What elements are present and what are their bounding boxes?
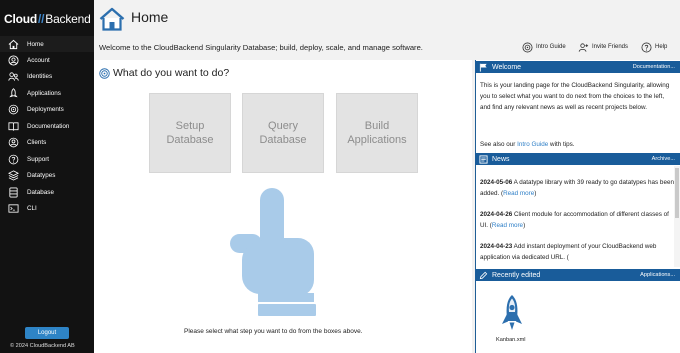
intro-guide-label: Intro Guide xyxy=(536,44,566,50)
pointing-hand-icon xyxy=(230,188,316,316)
recent-panel-title: Recently edited xyxy=(492,271,541,279)
welcome-text: Welcome to the CloudBackend Singularity … xyxy=(99,43,423,52)
help-link[interactable]: Help xyxy=(641,41,667,53)
sidebar-item-identities[interactable]: Identities xyxy=(0,68,94,84)
database-icon xyxy=(9,187,18,198)
news-tail: ) xyxy=(534,190,537,197)
archive-link[interactable]: Archive... xyxy=(652,156,675,162)
help-label: Help xyxy=(655,44,668,50)
sidebar-item-applications[interactable]: Applications xyxy=(0,85,94,101)
setup-database-button[interactable]: Setup Database xyxy=(149,93,231,173)
news-date: 2024-05-06 xyxy=(480,179,513,186)
sidebar-item-clients[interactable]: Clients xyxy=(0,134,94,150)
sidebar-item-label: Account xyxy=(27,56,50,64)
clients-icon xyxy=(8,137,19,148)
sidebar-item-label: Identities xyxy=(27,72,53,80)
sidebar-item-label: Applications xyxy=(27,89,61,97)
sidebar-item-datatypes[interactable]: Datatypes xyxy=(0,167,94,183)
sidebar-item-database[interactable]: Database xyxy=(0,184,94,200)
see-also-line: See also our Intro Guide with tips. xyxy=(480,139,676,150)
flag-icon xyxy=(479,63,487,72)
read-more-link[interactable]: Read more xyxy=(492,222,523,229)
identities-icon xyxy=(8,72,19,81)
news-item: 2024-04-26 Client module for accommodati… xyxy=(480,209,676,231)
news-scrollbar-thumb[interactable] xyxy=(675,168,679,218)
sidebar-item-cli[interactable]: CLI xyxy=(0,200,94,216)
edit-icon xyxy=(479,271,488,279)
sidebar-item-label: Documentation xyxy=(27,122,70,130)
news-panel-title: News xyxy=(492,155,510,163)
sidebar-item-support[interactable]: Support xyxy=(0,151,94,167)
help-icon xyxy=(641,42,652,52)
applications-icon xyxy=(9,88,18,98)
applications-link[interactable]: Applications... xyxy=(640,272,675,278)
account-icon xyxy=(8,55,19,66)
invite-friends-icon xyxy=(578,42,589,52)
news-item: 2024-04-23 Add instant deployment of you… xyxy=(480,241,676,263)
sidebar-item-home[interactable]: Home xyxy=(0,36,94,52)
datatypes-icon xyxy=(8,170,19,181)
sidebar-item-deployments[interactable]: Deployments xyxy=(0,101,94,117)
invite-friends-label: Invite Friends xyxy=(592,44,629,50)
intro-guide-inline-link[interactable]: Intro Guide xyxy=(517,141,548,148)
news-tail: ) xyxy=(523,222,526,229)
sidebar-item-label: CLI xyxy=(27,204,37,212)
home-icon xyxy=(8,39,19,50)
news-item: 2024-05-06 A datatype library with 39 re… xyxy=(480,177,676,199)
instruction-text: Please select what step you want to do f… xyxy=(184,328,363,335)
intro-guide-link[interactable]: Intro Guide xyxy=(522,41,566,53)
logo-part2: Backend xyxy=(45,12,91,26)
sidebar: Cloud//Backend Home Account Identities A… xyxy=(0,0,94,353)
cli-icon xyxy=(8,204,19,213)
news-icon xyxy=(479,154,488,164)
news-panel-header: News Archive... xyxy=(475,153,680,165)
invite-friends-link[interactable]: Invite Friends xyxy=(578,41,628,53)
documentation-link[interactable]: Documentation... xyxy=(633,64,675,70)
welcome-panel-text: This is your landing page for the CloudB… xyxy=(480,82,670,111)
rocket-icon[interactable] xyxy=(500,294,524,334)
see-also-suffix: with tips. xyxy=(548,141,575,148)
sidebar-item-account[interactable]: Account xyxy=(0,52,94,68)
page-title: Home xyxy=(131,9,169,25)
sidebar-item-label: Clients xyxy=(27,138,47,146)
deployments-icon xyxy=(8,104,19,115)
copyright: © 2024 CloudBackend AB xyxy=(10,343,75,349)
home-icon xyxy=(99,7,125,31)
recent-item-label[interactable]: Kanban.xml xyxy=(496,337,526,343)
welcome-panel-header: Welcome Documentation... xyxy=(475,61,680,73)
sidebar-item-label: Support xyxy=(27,155,50,163)
logo[interactable]: Cloud//Backend xyxy=(4,12,91,26)
read-more-link[interactable]: Read more xyxy=(503,190,534,197)
see-also-prefix: See also our xyxy=(480,141,518,148)
sidebar-item-documentation[interactable]: Documentation xyxy=(0,118,94,134)
build-applications-button[interactable]: Build Applications xyxy=(336,93,418,173)
sidebar-item-label: Home xyxy=(27,40,44,48)
sidebar-item-label: Datatypes xyxy=(27,171,56,179)
documentation-icon xyxy=(8,122,19,131)
news-date: 2024-04-23 xyxy=(480,243,513,250)
query-database-button[interactable]: Query Database xyxy=(242,93,324,173)
logout-button[interactable]: Logout xyxy=(25,327,69,339)
welcome-panel-title: Welcome xyxy=(492,63,522,71)
sidebar-item-label: Database xyxy=(27,188,54,196)
target-icon xyxy=(522,42,533,52)
sidebar-item-label: Deployments xyxy=(27,105,64,113)
recent-panel-header: Recently edited Applications... xyxy=(475,269,680,281)
target-icon xyxy=(99,68,110,79)
logo-part1: Cloud xyxy=(4,12,37,26)
section-title: What do you want to do? xyxy=(113,67,230,79)
news-date: 2024-04-26 xyxy=(480,211,513,218)
logo-slash: // xyxy=(38,12,45,26)
support-icon xyxy=(8,154,19,165)
